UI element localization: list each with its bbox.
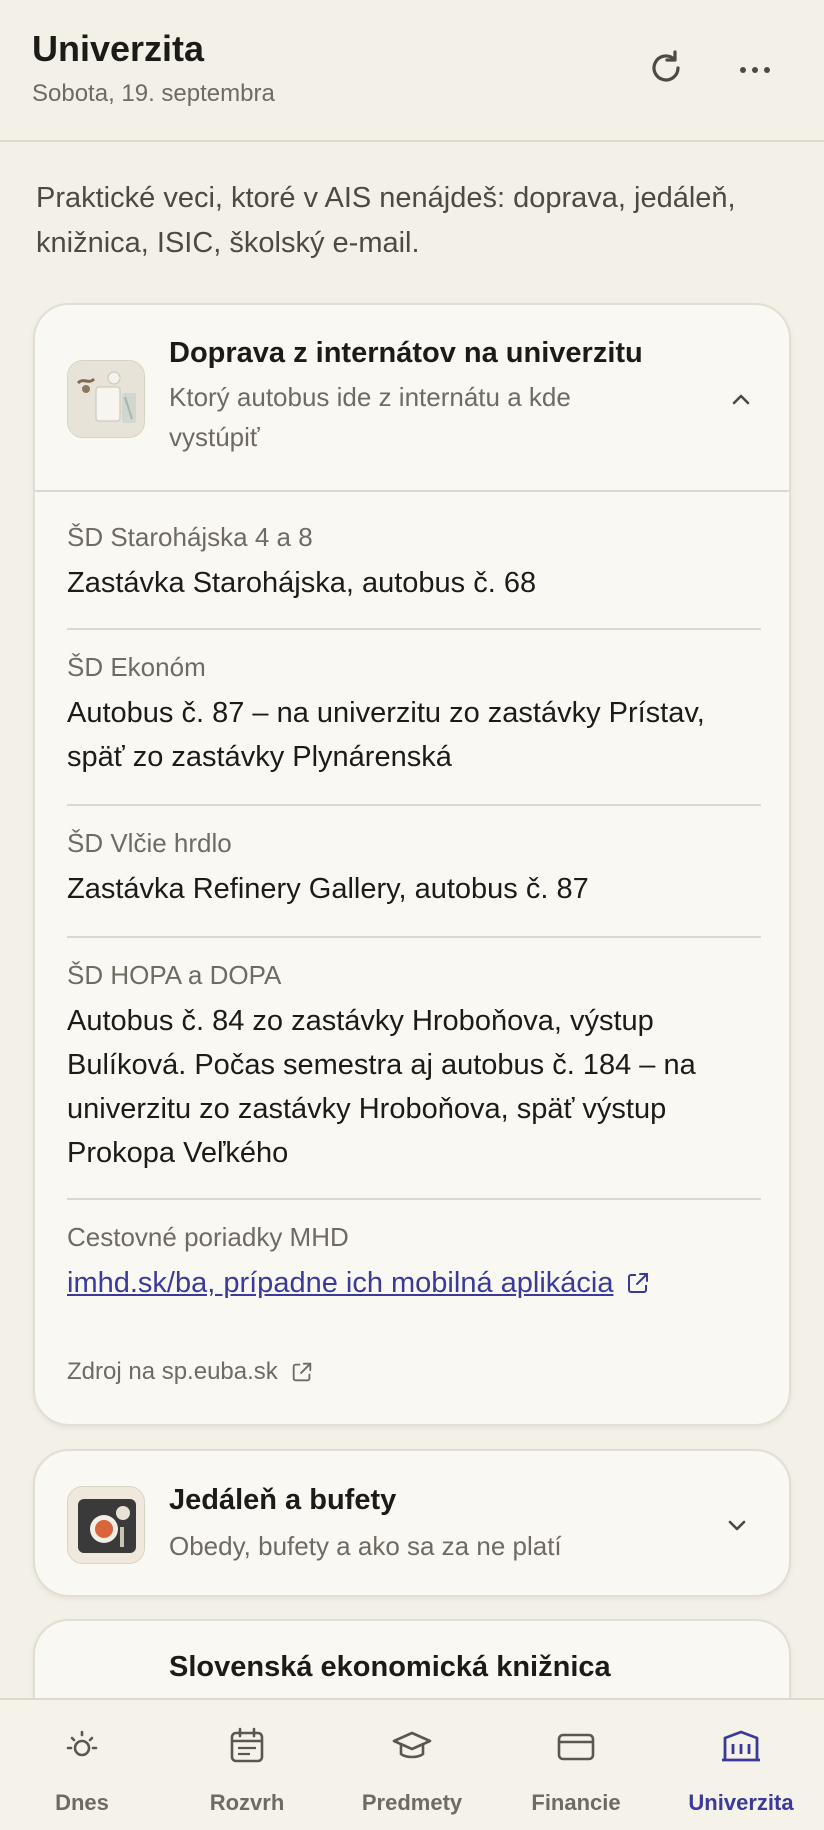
canteen-thumbnail [67,1486,145,1564]
item-label: ŠD Vlčie hrdlo [67,828,232,858]
nav-label: Financie [531,1790,621,1815]
page-title: Univerzita [32,28,205,69]
item-divider [67,936,761,938]
external-link-icon [628,1273,649,1293]
food-tray-icon [68,1487,144,1563]
item-text: Autobus č. 84 zo zastávky Hroboňova, výs… [67,1005,696,1169]
more-icon [740,67,770,73]
item-text: Zastávka Starohájska, autobus č. 68 [67,567,537,599]
sun-icon [66,1730,98,1757]
library-card-title: Slovenská ekonomická knižnica [169,1651,611,1683]
transport-card-subtitle: Ktorý autobus ide z internátu a kde vyst… [169,382,571,452]
nav-label: Rozvrh [209,1790,285,1815]
nav-label: Univerzita [688,1790,794,1815]
timetable-link[interactable]: imhd.sk/ba, prípadne ich mobilná aplikác… [67,1261,613,1305]
source-link[interactable]: Zdroj na sp.euba.sk [67,1358,314,1386]
item-text: Autobus č. 87 – na univerzitu zo zastávk… [67,697,705,773]
chevron-down-icon[interactable] [723,1511,751,1539]
external-link-icon [292,1362,312,1382]
canteen-card-subtitle: Obedy, bufety a ako sa za ne platí [169,1531,562,1561]
transport-item-starohajska: ŠD Starohájska 4 a 8 Zastávka Starohájsk… [67,522,761,605]
transport-item-hopa-dopa: ŠD HOPA a DOPA Autobus č. 84 zo zastávky… [67,960,761,1175]
transport-item-timetables: Cestovné poriadky MHD imhd.sk/ba, prípad… [67,1222,761,1305]
chevron-up-icon[interactable] [727,385,755,413]
timetable-link-row: imhd.sk/ba, prípadne ich mobilná aplikác… [67,1261,761,1305]
transport-card-header[interactable]: Doprava z internátov na univerzitu Ktorý… [35,305,789,491]
transport-thumbnail [67,360,145,438]
wallet-icon [557,1733,595,1761]
item-divider [67,804,761,806]
transport-item-vlcie-hrdlo: ŠD Vlčie hrdlo Zastávka Refinery Gallery… [67,828,761,911]
nav-label: Predmety [361,1790,463,1815]
nav-tab-rozvrh[interactable]: Rozvrh [165,1700,329,1830]
nav-tab-predmety[interactable]: Predmety [330,1700,494,1830]
item-divider [67,628,761,630]
nav-label: Dnes [55,1790,109,1815]
nav-tab-dnes[interactable]: Dnes [0,1700,164,1830]
item-text: Zastávka Refinery Gallery, autobus č. 87 [67,873,589,905]
item-label: ŠD HOPA a DOPA [67,960,282,990]
intro-text: Praktické veci, ktoré v AIS nenájdeš: do… [36,182,736,259]
item-label: ŠD Starohájska 4 a 8 [67,522,313,552]
transport-card-title: Doprava z internátov na univerzitu [169,337,643,369]
item-label: ŠD Ekonóm [67,652,206,682]
canteen-card[interactable]: Jedáleň a bufety Obedy, bufety a ako sa … [33,1449,791,1597]
nav-tab-univerzita[interactable]: Univerzita [659,1700,823,1830]
item-divider [67,1198,761,1200]
nav-tab-financie[interactable]: Financie [494,1700,658,1830]
canteen-card-title: Jedáleň a bufety [169,1484,397,1516]
calendar-icon [230,1727,264,1763]
page-date: Sobota, 19. septembra [32,80,275,107]
transport-card: Doprava z internátov na univerzitu Ktorý… [33,303,791,1426]
source-label: Zdroj na sp.euba.sk [67,1358,278,1385]
university-building-icon [722,1730,760,1762]
card-header-divider [35,490,789,492]
refresh-icon [652,50,680,82]
graduation-cap-icon [392,1731,432,1759]
desk-items-icon [68,361,144,437]
item-label: Cestovné poriadky MHD [67,1222,349,1252]
app-header: Univerzita Sobota, 19. septembra [0,0,824,142]
bottom-navigation: Dnes Rozvrh Predmety Financie Univerzita [0,1698,824,1830]
more-menu-button[interactable] [731,44,779,92]
transport-item-ekonom: ŠD Ekonóm Autobus č. 87 – na univerzitu … [67,652,761,779]
refresh-button[interactable] [642,44,690,92]
